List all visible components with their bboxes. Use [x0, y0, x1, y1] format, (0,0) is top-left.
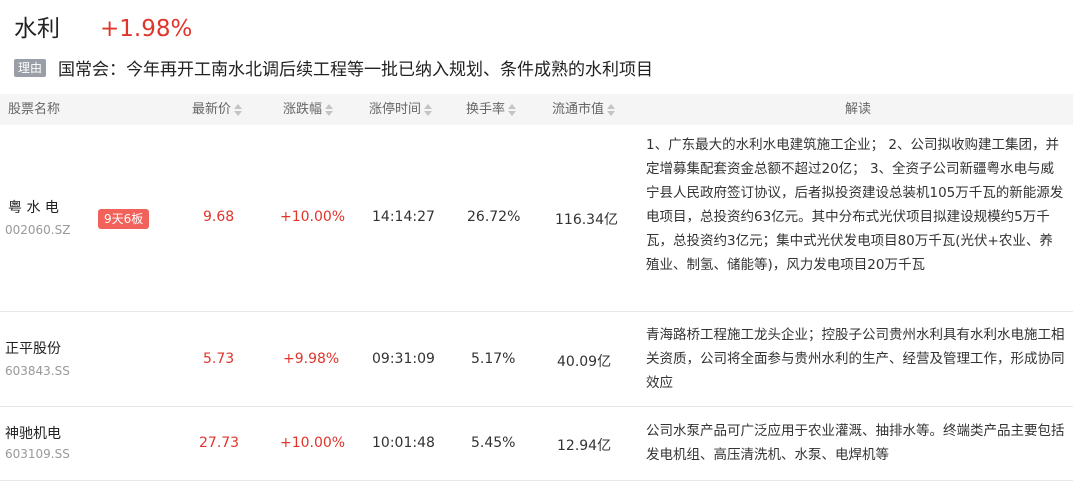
column-header-analysis: 解读 — [845, 102, 872, 117]
limit-time: 10:01:48 — [372, 435, 435, 451]
streak-badge: 9天6板 — [98, 209, 150, 229]
column-header-limit-time[interactable]: 涨停时间 — [369, 94, 433, 125]
market-cap: 12.94亿 — [557, 438, 612, 454]
stock-name[interactable]: 正平股份 — [5, 338, 61, 358]
reason-text: 国常会：今年再开工南水北调后续工程等一批已纳入规划、条件成熟的水利项目 — [58, 60, 654, 80]
sector-header: 水利 +1.98% — [14, 9, 192, 43]
stock-code: 603109.SS — [5, 447, 70, 461]
sector-change: +1.98% — [100, 16, 193, 42]
analysis-text: 1、广东最大的水利水电建筑施工企业； 2、公司拟收购建工集团，并定增募集配套资金… — [646, 137, 1064, 273]
turnover: 5.17% — [471, 351, 516, 367]
market-cap: 40.09亿 — [557, 354, 612, 370]
reason-tag: 理由 — [14, 58, 47, 77]
analysis-text: 青海路桥工程施工龙头企业；控股子公司贵州水利具有水利水电施工相关资质，公司将全面… — [646, 327, 1065, 391]
stock-code: 002060.SZ — [5, 223, 71, 237]
column-header-turnover[interactable]: 换手率 — [466, 94, 517, 125]
table-row[interactable]: 粤 水 电 002060.SZ 9天6板 9.68 +10.00% 14:14:… — [0, 125, 1073, 312]
limit-time: 14:14:27 — [372, 209, 435, 225]
table-header: 股票名称 最新价 涨跌幅 涨停时间 换手率 流通市值 解读 — [0, 94, 1073, 125]
stock-name[interactable]: 神驰机电 — [5, 423, 61, 443]
price: 5.73 — [203, 351, 235, 367]
sector-name: 水利 — [14, 16, 60, 42]
sort-icon[interactable] — [424, 103, 433, 116]
column-header-change[interactable]: 涨跌幅 — [283, 94, 334, 125]
column-header-market-cap[interactable]: 流通市值 — [552, 94, 616, 125]
sort-icon[interactable] — [234, 103, 243, 116]
sort-icon[interactable] — [508, 103, 517, 116]
change: +10.00% — [280, 435, 346, 451]
column-header-price[interactable]: 最新价 — [192, 94, 243, 125]
price: 9.68 — [203, 209, 235, 225]
turnover: 26.72% — [467, 209, 521, 225]
stock-code: 603843.SS — [5, 364, 70, 378]
change: +10.00% — [280, 209, 346, 225]
change: +9.98% — [283, 351, 340, 367]
sort-icon[interactable] — [607, 103, 616, 116]
table-row[interactable]: 神驰机电 603109.SS 27.73 +10.00% 10:01:48 5.… — [0, 407, 1073, 481]
reason-line: 理由 国常会：今年再开工南水北调后续工程等一批已纳入规划、条件成熟的水利项目 — [14, 55, 653, 80]
price: 27.73 — [199, 435, 240, 451]
market-cap: 116.34亿 — [555, 212, 618, 228]
limit-time: 09:31:09 — [372, 351, 435, 367]
table-row[interactable]: 正平股份 603843.SS 5.73 +9.98% 09:31:09 5.17… — [0, 312, 1073, 407]
turnover: 5.45% — [471, 435, 516, 451]
analysis-text: 公司水泵产品可广泛应用于农业灌溉、抽排水等。终端类产品主要包括发电机组、高压清洗… — [646, 423, 1065, 463]
sort-icon[interactable] — [325, 103, 334, 116]
column-header-name: 股票名称 — [8, 102, 61, 117]
stock-name[interactable]: 粤 水 电 — [8, 197, 59, 217]
